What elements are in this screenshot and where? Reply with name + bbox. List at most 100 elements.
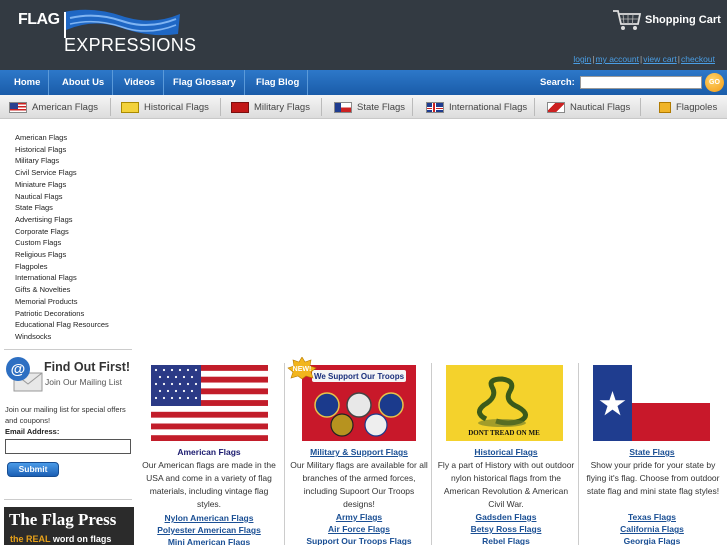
mailing-subheading: Join Our Mailing List (45, 377, 123, 387)
product-link[interactable]: Georgia Flags (577, 535, 727, 545)
sidebar-item[interactable]: Patriotic Decorations (15, 308, 109, 320)
sidebar-item[interactable]: Historical Flags (15, 144, 109, 156)
nav-home[interactable]: Home (6, 70, 50, 95)
search-input[interactable] (580, 76, 702, 89)
sidebar-item[interactable]: Religious Flags (15, 249, 109, 261)
sidebar-item[interactable]: Memorial Products (15, 296, 109, 308)
product-links: Nylon American Flags Polyester American … (137, 512, 281, 545)
sidebar: American Flags Historical Flags Military… (0, 119, 137, 545)
new-badge-text: NEW! (293, 366, 312, 373)
nav-videos[interactable]: Videos (116, 70, 164, 95)
banner-text: We Support Our Troops (314, 372, 405, 381)
divider (284, 363, 285, 545)
shopping-cart-link[interactable]: Shopping Cart (612, 8, 721, 32)
product-link[interactable]: California Flags (577, 523, 727, 535)
checkout-link[interactable]: checkout (681, 54, 715, 64)
nav-about-us[interactable]: About Us (54, 70, 114, 95)
product-link[interactable]: Nylon American Flags (137, 512, 281, 524)
product-image[interactable] (151, 365, 268, 441)
product-link[interactable]: Gadsden Flags (434, 511, 578, 523)
product-description: Fly a part of History with out outdoor n… (437, 460, 575, 509)
mailing-heading: Find Out First! (44, 360, 131, 374)
product-link[interactable]: Rebel Flags (434, 535, 578, 545)
category-label: Military Flags (254, 101, 310, 113)
sidebar-item[interactable]: Educational Flag Resources (15, 319, 109, 331)
search-go-button[interactable]: GO (705, 73, 724, 92)
divider (4, 499, 132, 500)
account-links: login|my account|view cart|checkout (573, 54, 715, 64)
category-flagpoles[interactable]: Flagpoles (659, 95, 717, 119)
flag-press-banner[interactable]: The Flag Press the REAL word on flags (4, 507, 134, 545)
view-cart-link[interactable]: view cart (643, 54, 677, 64)
sidebar-item[interactable]: Corporate Flags (15, 226, 109, 238)
product-link[interactable]: Air Force Flags (287, 523, 431, 535)
sidebar-item[interactable]: American Flags (15, 132, 109, 144)
sidebar-item[interactable]: Windsocks (15, 331, 109, 343)
product-link[interactable]: Support Our Troops Flags (287, 535, 431, 545)
login-link[interactable]: login (573, 54, 591, 64)
sidebar-item[interactable]: Gifts & Novelties (15, 284, 109, 296)
search-label: Search: (540, 77, 575, 88)
featured-products: American Flags Our American flags are ma… (137, 357, 727, 545)
product-link[interactable]: Polyester American Flags (137, 524, 281, 536)
submit-button[interactable]: Submit (7, 462, 59, 477)
category-historical-flags[interactable]: Historical Flags (121, 95, 209, 119)
product-description: Our American flags are made in the USA a… (142, 460, 276, 509)
divider (534, 98, 535, 116)
sidebar-item[interactable]: Miniature Flags (15, 179, 109, 191)
product-links: Gadsden Flags Betsy Ross Flags Rebel Fla… (434, 511, 578, 545)
category-military-flags[interactable]: Military Flags (231, 95, 310, 119)
product-title[interactable]: State Flags (577, 447, 727, 457)
nav-flag-blog[interactable]: Flag Blog (248, 70, 309, 95)
product-title[interactable]: American Flags (137, 447, 281, 457)
us-flag-icon (9, 101, 27, 113)
sidebar-item[interactable]: Custom Flags (15, 237, 109, 249)
product-link[interactable]: Betsy Ross Flags (434, 523, 578, 535)
banner-text: DONT TREAD ON ME (468, 429, 540, 437)
divider (640, 98, 641, 116)
nav-flag-glossary[interactable]: Flag Glossary (165, 70, 245, 95)
marine-flag-icon (231, 101, 249, 113)
sidebar-item[interactable]: State Flags (15, 202, 109, 214)
mailing-list-banner: @ Find Out First! Join Our Mailing List (4, 355, 134, 397)
product-links: Army Flags Air Force Flags Support Our T… (287, 511, 431, 545)
sidebar-item[interactable]: Advertising Flags (15, 214, 109, 226)
product-description: Show your pride for your state by flying… (586, 460, 720, 496)
texas-flag-image (593, 365, 710, 441)
email-field[interactable] (5, 439, 131, 454)
product-link[interactable]: Mini American Flags (137, 536, 281, 545)
site-logo[interactable]: FLAG EXPRESSIONS (18, 8, 196, 60)
sidebar-item[interactable]: International Flags (15, 272, 109, 284)
sidebar-item[interactable]: Flagpoles (15, 261, 109, 273)
category-international-flags[interactable]: International Flags (426, 95, 527, 119)
divider (110, 98, 111, 116)
product-image[interactable]: DONT TREAD ON ME (446, 365, 563, 441)
product-image[interactable] (593, 365, 710, 441)
main-nav: Home About Us Videos Flag Glossary Flag … (0, 70, 727, 95)
category-american-flags[interactable]: American Flags (9, 95, 98, 119)
category-label: Nautical Flags (570, 101, 631, 113)
sidebar-item[interactable]: Nautical Flags (15, 191, 109, 203)
category-nautical-flags[interactable]: Nautical Flags (547, 95, 630, 119)
divider (321, 98, 322, 116)
product-title[interactable]: Military & Support Flags (287, 447, 431, 457)
sidebar-item[interactable]: Civil Service Flags (15, 167, 109, 179)
flag-press-tagline: the REAL word on flags (10, 534, 112, 544)
product-title[interactable]: Historical Flags (434, 447, 578, 457)
nautical-flag-icon (547, 101, 565, 113)
product-image[interactable]: We Support Our Troops (302, 365, 416, 441)
product-card-military: We Support Our Troops NEW! Military & Su… (287, 357, 431, 545)
email-at-icon: @ (6, 357, 43, 392)
product-card-historical: DONT TREAD ON ME Historical Flags Fly a … (434, 361, 578, 545)
my-account-link[interactable]: my account (596, 54, 639, 64)
sidebar-item[interactable]: Military Flags (15, 155, 109, 167)
product-link[interactable]: Texas Flags (577, 511, 727, 523)
divider (220, 98, 221, 116)
category-state-flags[interactable]: State Flags (334, 95, 405, 119)
divider (431, 363, 432, 545)
product-link[interactable]: Army Flags (287, 511, 431, 523)
product-card-american: American Flags Our American flags are ma… (137, 361, 281, 545)
mailing-description: Join our mailing list for special offers… (5, 405, 126, 425)
iceland-flag-icon (426, 101, 444, 113)
svg-text:@: @ (11, 361, 26, 378)
